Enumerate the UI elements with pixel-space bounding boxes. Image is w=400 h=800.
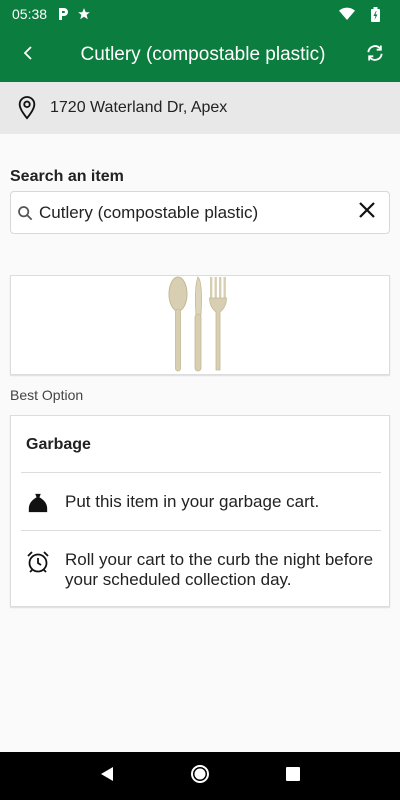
location-address: 1720 Waterland Dr, Apex	[50, 99, 228, 116]
search-label: Search an item	[10, 168, 124, 185]
battery-icon	[371, 6, 380, 22]
back-triangle-icon	[99, 766, 115, 787]
location-pin-icon	[16, 96, 40, 120]
alarm-clock-icon	[11, 550, 65, 574]
system-nav-bar	[0, 752, 400, 800]
instruction-row: Put this item in your garbage cart.	[11, 492, 391, 514]
star-icon	[77, 7, 91, 21]
wifi-icon	[339, 7, 355, 21]
home-circle-icon	[190, 764, 210, 789]
nav-back-button[interactable]	[87, 756, 127, 796]
page-title: Cutlery (compostable plastic)	[80, 44, 326, 65]
disposal-option-card: Garbage Put this item in your garbage ca…	[10, 415, 390, 607]
cutlery-image	[165, 274, 235, 377]
option-heading: Garbage	[26, 436, 91, 453]
instruction-text: Roll your cart to the curb the night bef…	[65, 550, 374, 589]
item-image-card	[10, 275, 390, 375]
recents-square-icon	[286, 766, 301, 786]
clear-search-button[interactable]	[345, 191, 389, 234]
parking-icon	[57, 7, 69, 21]
best-option-label: Best Option	[10, 387, 84, 403]
back-chevron-icon	[23, 45, 33, 65]
nav-recents-button[interactable]	[273, 756, 313, 796]
instruction-text: Put this item in your garbage cart.	[65, 492, 320, 511]
garbage-bag-icon	[11, 492, 65, 514]
divider	[21, 530, 381, 531]
status-bar: 05:38	[0, 0, 400, 28]
nav-home-button[interactable]	[180, 756, 220, 796]
back-button[interactable]	[0, 28, 56, 82]
search-icon	[17, 204, 35, 222]
close-icon	[358, 201, 376, 224]
refresh-button[interactable]	[350, 28, 400, 82]
status-time: 05:38	[12, 6, 48, 22]
location-bar[interactable]: 1720 Waterland Dr, Apex	[0, 82, 400, 134]
instruction-row: Roll your cart to the curb the night bef…	[11, 550, 391, 590]
app-bar: Cutlery (compostable plastic)	[0, 28, 400, 82]
refresh-icon	[365, 43, 385, 68]
search-input[interactable]: Cutlery (compostable plastic)	[10, 191, 390, 234]
search-value[interactable]: Cutlery (compostable plastic)	[39, 203, 345, 223]
divider	[21, 472, 381, 473]
